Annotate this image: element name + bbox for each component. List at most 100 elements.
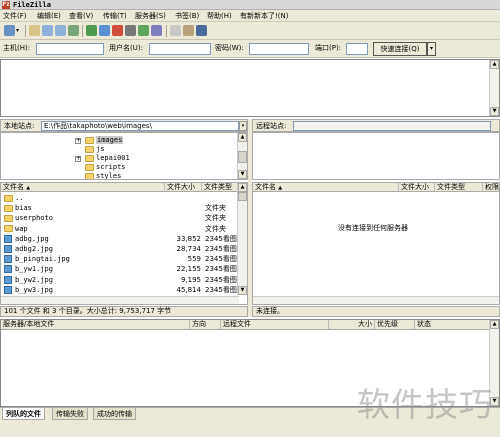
username-input[interactable]: [149, 43, 211, 55]
tree-item-label: scripts: [96, 163, 126, 171]
refresh-icon[interactable]: [86, 25, 97, 36]
local-list-hscrollbar[interactable]: [1, 296, 239, 304]
reconnect-icon[interactable]: [138, 25, 149, 36]
local-file-row[interactable]: b_yw3.jpg 45,814 2345看图王: [1, 285, 244, 296]
local-column-size[interactable]: 文件大小: [165, 183, 202, 192]
menu-server[interactable]: 服务器(S): [135, 11, 166, 21]
remote-status: 未连接。: [252, 306, 500, 317]
tab-queued-files[interactable]: 列队的文件: [2, 408, 45, 420]
tab-failed-transfers[interactable]: 传输失败: [52, 408, 88, 420]
dropdown-arrow-icon[interactable]: ▾: [16, 25, 22, 36]
process-queue-icon[interactable]: [99, 25, 110, 36]
remote-column-name[interactable]: 文件名 ▲: [253, 183, 399, 192]
queue-column-size[interactable]: 大小: [329, 320, 375, 329]
local-path-input[interactable]: E:\作品\takaphoto\web\images\: [41, 121, 239, 131]
folder-icon: [85, 145, 94, 153]
tree-item-scripts[interactable]: scripts: [85, 163, 126, 172]
remote-directory-tree[interactable]: [252, 132, 500, 180]
tab-successful-transfers[interactable]: 成功的传输: [93, 408, 136, 420]
tree-item-label: images: [96, 136, 124, 144]
queue-column-remote-file[interactable]: 远程文件: [221, 320, 329, 329]
folder-icon: [85, 163, 94, 171]
scroll-thumb[interactable]: [238, 151, 247, 163]
sync-browse-icon[interactable]: [183, 25, 194, 36]
queue-column-server-local[interactable]: 服务器/本地文件: [1, 320, 190, 329]
local-status: 101 个文件 和 3 个目录。大小总计: 9,753,717 字节: [0, 306, 248, 317]
menu-new-version[interactable]: 有新新本了!(N): [240, 11, 289, 21]
log-scrollbar[interactable]: ▲ ▼: [489, 60, 499, 116]
password-input[interactable]: [249, 43, 309, 55]
window-title: FileZilla: [13, 1, 51, 9]
remote-column-permissions[interactable]: 权限: [483, 183, 499, 192]
menu-help[interactable]: 帮助(H): [207, 11, 232, 21]
message-log[interactable]: ▲ ▼: [0, 59, 500, 117]
image-file-icon: [4, 265, 12, 274]
toggle-local-tree-icon[interactable]: [42, 25, 53, 36]
disconnect-icon[interactable]: [125, 25, 136, 36]
local-tree-scrollbar[interactable]: ▲ ▼: [237, 133, 247, 179]
host-label: 主机(H):: [3, 44, 31, 52]
file-name-text: adbg.jpg: [15, 234, 49, 243]
scroll-up-icon[interactable]: ▲: [238, 183, 247, 192]
cancel-icon[interactable]: [112, 25, 123, 36]
local-column-name[interactable]: 文件名 ▲: [1, 183, 165, 192]
file-name-text: b_yw3.jpg: [15, 285, 53, 294]
remote-list-hscrollbar[interactable]: [253, 296, 499, 304]
tree-item-js[interactable]: js: [85, 145, 104, 154]
quickconnect-bar: 主机(H): 用户名(U): 密码(W): 端口(P): 快速连接(Q) ▾: [0, 40, 500, 58]
port-input[interactable]: [346, 43, 368, 55]
toolbar-separator: [166, 25, 167, 37]
quickconnect-button[interactable]: 快速连接(Q): [373, 42, 427, 56]
toggle-log-icon[interactable]: [29, 25, 40, 36]
remote-list-header: 文件名 ▲ 文件大小 文件类型 权限: [253, 183, 499, 192]
port-label: 端口(P):: [315, 44, 342, 52]
toolbar-separator: [82, 25, 83, 37]
folder-icon: [85, 172, 94, 179]
remote-path-input[interactable]: [293, 121, 491, 131]
menu-file[interactable]: 文件(F): [3, 11, 27, 21]
scroll-down-icon[interactable]: ▼: [238, 286, 247, 295]
queue-column-direction[interactable]: 方向: [190, 320, 221, 329]
menu-bookmarks[interactable]: 书签(B): [175, 11, 199, 21]
tree-item-images[interactable]: images: [85, 136, 124, 145]
menu-edit[interactable]: 编辑(E): [37, 11, 61, 21]
menu-transfer[interactable]: 传输(T): [103, 11, 127, 21]
search-icon[interactable]: [196, 25, 207, 36]
password-label: 密码(W):: [215, 44, 244, 52]
quickconnect-dropdown-icon[interactable]: ▾: [427, 42, 436, 56]
remote-column-size[interactable]: 文件大小: [399, 183, 435, 192]
tree-expander-icon[interactable]: +: [75, 138, 81, 144]
scroll-down-icon[interactable]: ▼: [490, 107, 499, 116]
file-name-cell: b_yw3.jpg: [4, 285, 53, 296]
scroll-thumb[interactable]: [238, 192, 247, 201]
scroll-up-icon[interactable]: ▲: [490, 60, 499, 69]
tree-expander-icon[interactable]: +: [75, 156, 81, 162]
file-name-text: ..: [15, 194, 24, 202]
queue-column-priority[interactable]: 优先级: [375, 320, 415, 329]
local-file-list[interactable]: 文件名 ▲ 文件大小 文件类型 .. bias 文件夹 userphoto 文件夹 wap…: [0, 182, 248, 305]
queue-column-status[interactable]: 状态: [415, 320, 490, 329]
tree-item-label: lepai001: [96, 154, 130, 162]
local-column-type[interactable]: 文件类型: [202, 183, 239, 192]
local-path-dropdown-icon[interactable]: ▾: [239, 121, 247, 131]
file-name-text: adbg2.jpg: [15, 245, 53, 253]
scroll-down-icon[interactable]: ▼: [238, 170, 247, 179]
file-name-text: b_pingtai.jpg: [15, 255, 70, 264]
tree-item-styles[interactable]: styles: [85, 172, 121, 179]
tree-item-lepai001[interactable]: lepai001: [85, 154, 130, 163]
site-manager-icon[interactable]: [4, 25, 15, 36]
scroll-up-icon[interactable]: ▲: [490, 320, 499, 329]
folder-icon: [4, 214, 13, 222]
remote-column-type[interactable]: 文件类型: [435, 183, 483, 192]
remote-file-list[interactable]: 文件名 ▲ 文件大小 文件类型 权限 没有连接到任何服务器: [252, 182, 500, 305]
local-directory-tree[interactable]: + images js + lepai001 scripts styles ▲ …: [0, 132, 248, 180]
compare-icon[interactable]: [170, 25, 181, 36]
toggle-remote-tree-icon[interactable]: [55, 25, 66, 36]
host-input[interactable]: [36, 43, 104, 55]
filezilla-app-icon: Fz: [2, 1, 10, 9]
toggle-queue-icon[interactable]: [68, 25, 79, 36]
menu-view[interactable]: 查看(V): [69, 11, 93, 21]
local-list-scrollbar[interactable]: ▲ ▼: [237, 183, 247, 295]
scroll-up-icon[interactable]: ▲: [238, 133, 247, 142]
filter-icon[interactable]: [151, 25, 162, 36]
